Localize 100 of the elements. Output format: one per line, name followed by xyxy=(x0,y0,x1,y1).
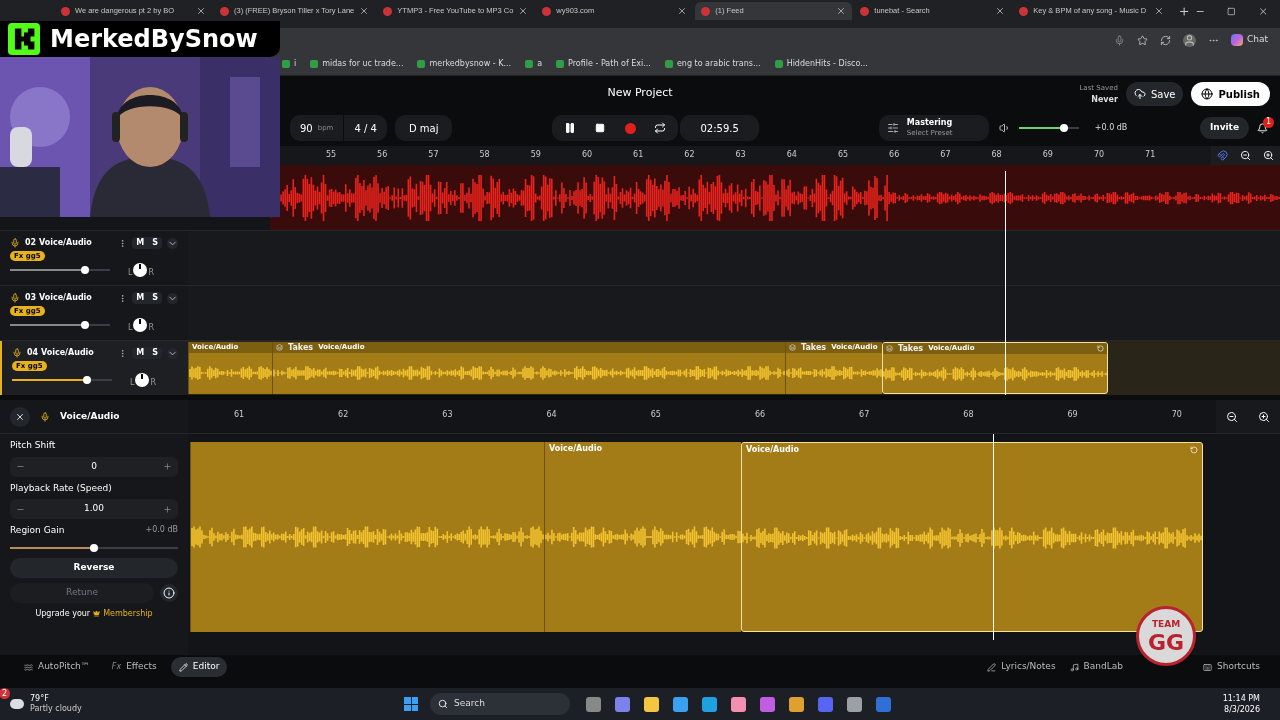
invite-button[interactable]: Invite xyxy=(1199,117,1249,139)
bottom-tab[interactable]: Editor xyxy=(170,657,228,677)
volume-slider[interactable] xyxy=(1018,123,1079,133)
taskbar-app-icon[interactable] xyxy=(586,696,601,712)
slider-thumb[interactable] xyxy=(83,376,91,384)
takes-label[interactable]: Takes xyxy=(801,342,827,354)
bottom-tab[interactable]: AutoPitch™ xyxy=(16,657,98,677)
slider-thumb[interactable] xyxy=(81,321,89,329)
favorite-icon[interactable] xyxy=(1136,34,1148,46)
taskbar-app-icon[interactable] xyxy=(760,696,775,712)
chevron-down-icon[interactable] xyxy=(167,237,178,249)
chevron-down-icon[interactable] xyxy=(167,347,178,359)
zoom-in-icon[interactable] xyxy=(1258,410,1270,423)
close-icon[interactable] xyxy=(196,6,206,16)
bookmark-item[interactable]: eng to arabic trans... xyxy=(664,57,761,70)
publish-button[interactable]: Publish xyxy=(1191,82,1270,106)
bookmark-favicon-icon xyxy=(664,59,673,68)
solo-button[interactable]: S xyxy=(148,237,162,249)
weather-badge: 2 xyxy=(0,688,10,699)
reverse-button[interactable]: Reverse xyxy=(10,557,178,578)
stepper-field[interactable]: 1.00 xyxy=(10,499,178,519)
slider-thumb[interactable] xyxy=(90,543,98,552)
bookmark-item[interactable]: a xyxy=(525,57,543,70)
pan-knob[interactable] xyxy=(133,318,148,332)
bookmark-favicon-icon xyxy=(310,59,319,68)
pan-knob[interactable] xyxy=(133,263,148,277)
volume-slider[interactable] xyxy=(10,265,110,275)
tab-favicon-icon xyxy=(542,6,552,16)
slider-thumb[interactable] xyxy=(1059,124,1068,132)
start-icon[interactable] xyxy=(404,697,418,711)
taskbar-app-icon[interactable] xyxy=(615,696,630,712)
mute-button[interactable]: M xyxy=(132,237,149,249)
solo-button[interactable]: S xyxy=(148,292,162,304)
taskbar-app-icon[interactable] xyxy=(644,696,659,712)
bottom-button[interactable]: Shortcuts xyxy=(1198,657,1264,677)
volume-slider[interactable] xyxy=(12,375,112,385)
close-icon[interactable] xyxy=(1257,6,1268,17)
close-icon[interactable] xyxy=(836,6,847,16)
loop-region-icon[interactable] xyxy=(1097,345,1104,352)
close-icon[interactable] xyxy=(359,6,370,16)
volume-slider[interactable] xyxy=(10,320,110,330)
stepper-field[interactable]: 0 xyxy=(10,456,178,477)
bookmark-item[interactable]: HiddenHits - Disco... xyxy=(774,57,868,70)
takes-label[interactable]: Takes xyxy=(288,342,314,354)
time-signature[interactable]: 4 / 4 xyxy=(344,115,387,141)
refresh-icon[interactable] xyxy=(1159,34,1171,46)
ruler-label: 63 xyxy=(442,409,453,421)
taskbar-app-icon[interactable] xyxy=(673,696,688,712)
mastering-label: Mastering xyxy=(906,118,953,128)
bottom-button[interactable]: BandLab xyxy=(1065,657,1127,677)
zoom-out-icon[interactable] xyxy=(1226,410,1238,423)
microphone-icon[interactable] xyxy=(1113,34,1125,46)
volume-icon[interactable] xyxy=(998,122,1011,134)
new-tab-icon[interactable] xyxy=(1178,5,1191,18)
close-icon[interactable] xyxy=(995,6,1006,16)
close-icon[interactable] xyxy=(518,6,529,16)
bookmark-item[interactable]: i xyxy=(282,57,297,70)
taskbar-app-icon[interactable] xyxy=(789,696,804,712)
membership-link[interactable]: Membership xyxy=(103,607,153,620)
takes-label[interactable]: Takes xyxy=(898,343,924,355)
zoom-in-icon[interactable] xyxy=(1263,150,1274,161)
close-icon[interactable] xyxy=(1154,6,1165,16)
pan-knob[interactable] xyxy=(135,373,150,387)
ruler-label: 69 xyxy=(1042,149,1053,161)
bookmark-item[interactable]: merkedbysnow - K... xyxy=(417,57,512,70)
chat-button[interactable]: Chat xyxy=(1230,33,1268,47)
plus-icon[interactable] xyxy=(163,504,172,514)
weather-icon[interactable] xyxy=(10,699,24,709)
search-icon xyxy=(438,699,448,709)
ruler-label: 61 xyxy=(233,409,245,421)
bottom-tab[interactable]: Fx Effects xyxy=(103,657,165,677)
plus-icon[interactable] xyxy=(163,462,172,471)
profile-avatar-icon[interactable] xyxy=(1182,33,1196,47)
close-button[interactable] xyxy=(10,406,30,427)
volume-slider[interactable] xyxy=(10,542,178,553)
maximize-icon[interactable] xyxy=(1227,7,1236,16)
bottom-button[interactable]: Lyrics/Notes xyxy=(983,657,1060,677)
magnet-icon[interactable] xyxy=(1217,150,1228,161)
pause-icon xyxy=(564,122,577,134)
solo-button[interactable]: S xyxy=(148,347,162,359)
mute-button[interactable]: M xyxy=(132,347,149,359)
save-button[interactable]: Save xyxy=(1125,82,1184,106)
audio-region[interactable]: Voice/Audio xyxy=(544,442,741,632)
bookmark-item[interactable]: midas for uc trade... xyxy=(310,57,404,70)
slider-thumb[interactable] xyxy=(81,266,89,274)
bookmark-item[interactable]: Profile - Path of Exi... xyxy=(556,57,651,70)
key-selector[interactable]: D maj xyxy=(394,115,453,141)
temperature: 79°F xyxy=(30,694,50,704)
taskbar-app-icon[interactable] xyxy=(847,696,862,712)
mute-button[interactable]: M xyxy=(132,292,149,304)
loop-region-icon[interactable] xyxy=(1190,446,1198,454)
info-icon[interactable] xyxy=(160,583,178,602)
zoom-out-icon[interactable] xyxy=(1240,150,1251,161)
notification-bell-icon[interactable] xyxy=(1257,122,1268,134)
horizontal-scrollbar[interactable] xyxy=(0,395,1280,400)
close-icon[interactable] xyxy=(677,6,688,16)
taskbar-search-field[interactable]: Search xyxy=(430,693,570,715)
taskbar-app-icon[interactable] xyxy=(702,696,717,712)
taskbar-app-icon[interactable] xyxy=(731,696,746,712)
chevron-down-icon[interactable] xyxy=(167,292,178,304)
